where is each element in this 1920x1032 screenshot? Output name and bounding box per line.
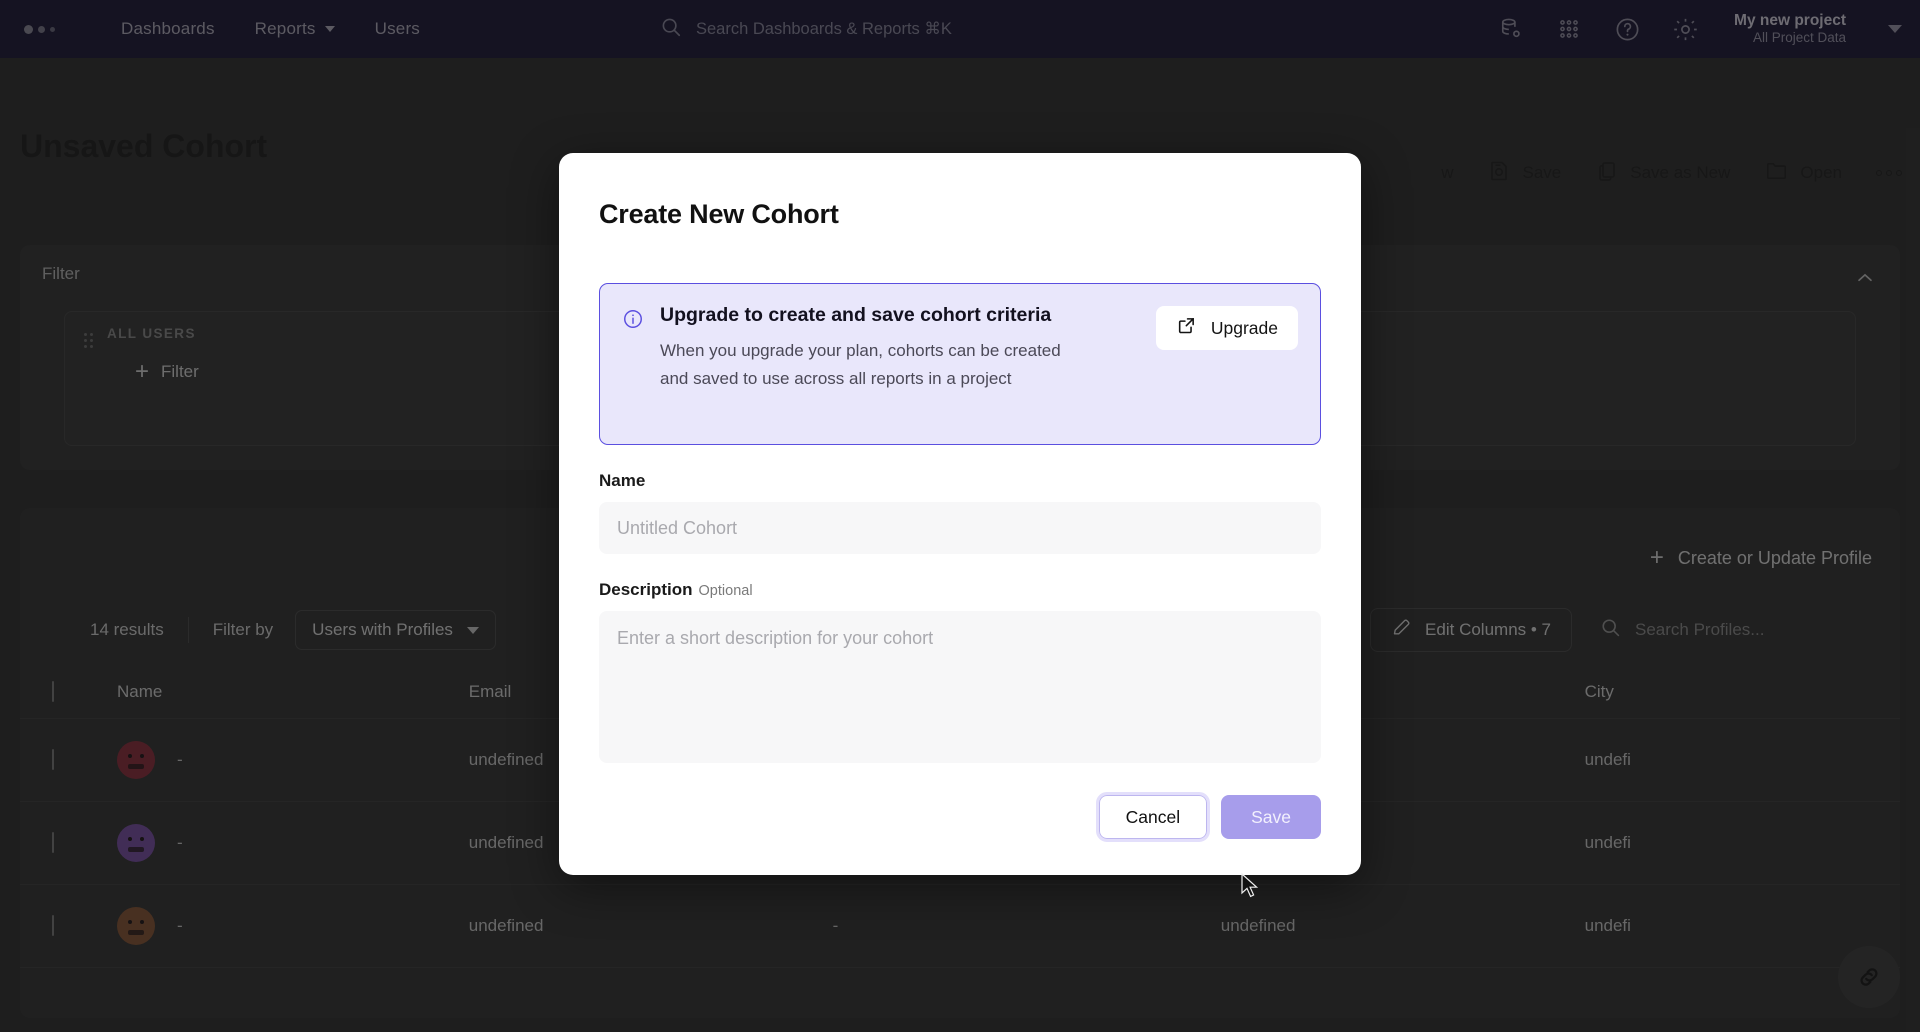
description-field-label: Description Optional [599,580,1321,600]
dialog-actions: Cancel Save [599,792,1321,842]
external-link-icon [1176,315,1197,341]
upgrade-button[interactable]: Upgrade [1155,306,1298,350]
app-root: Dashboards Reports Users Search Dashboar… [0,0,1920,1032]
info-circle-icon [622,308,644,424]
dialog-title: Create New Cohort [599,199,839,229]
description-optional-tag: Optional [698,583,753,599]
description-label-text: Description [599,580,693,599]
upgrade-button-label: Upgrade [1210,317,1278,338]
name-label-text: Name [599,471,646,490]
upgrade-banner-title: Upgrade to create and save cohort criter… [660,304,1052,326]
name-field-label: Name [599,471,1321,491]
upgrade-banner-body: When you upgrade your plan, cohorts can … [660,341,1061,388]
cohort-description-textarea[interactable] [599,611,1321,763]
save-button[interactable]: Save [1221,795,1321,839]
upgrade-banner: Upgrade to create and save cohort criter… [599,283,1321,445]
create-cohort-dialog: Create New Cohort Upgrade to create and … [559,153,1361,875]
cancel-button[interactable]: Cancel [1095,792,1211,842]
cohort-name-input[interactable] [599,502,1321,554]
upgrade-banner-text: Upgrade to create and save cohort criter… [660,304,1140,424]
